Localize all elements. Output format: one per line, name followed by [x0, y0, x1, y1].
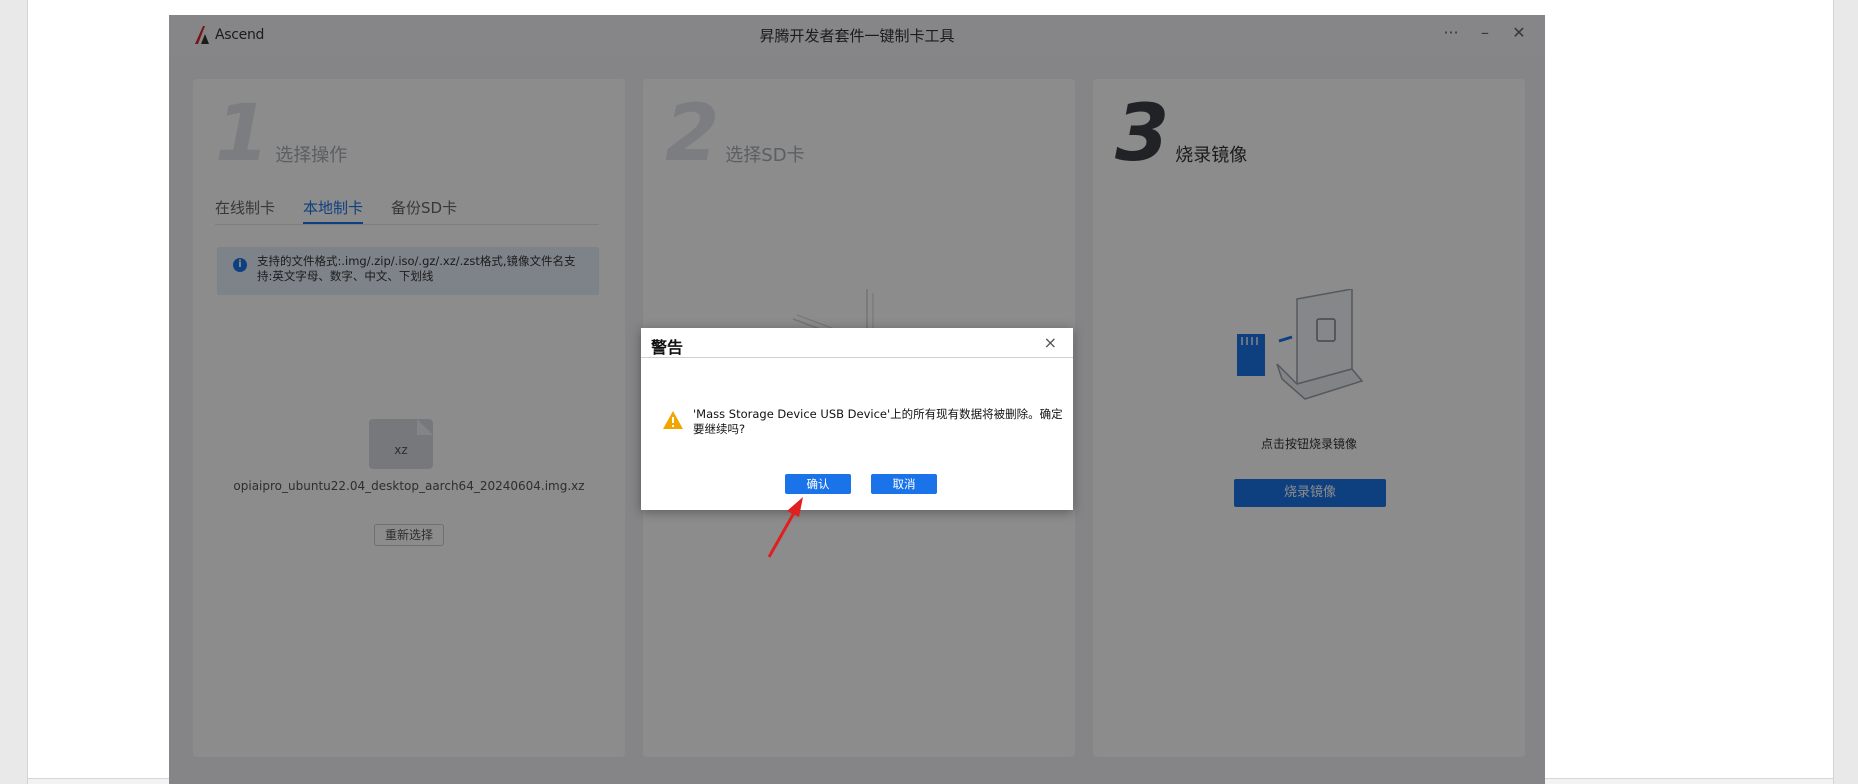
confirm-button[interactable]: 确认	[785, 474, 851, 494]
red-arrow-annotation	[767, 497, 803, 558]
dialog-title: 警告	[651, 338, 684, 357]
page-margin-left	[0, 0, 28, 784]
dialog-header: 警告 ×	[641, 328, 1073, 358]
warning-icon	[663, 411, 683, 429]
warning-dialog: 警告 × 'Mass Storage Device USB Device'上的所…	[641, 328, 1073, 510]
dialog-close-icon[interactable]: ×	[1044, 333, 1057, 352]
cancel-button[interactable]: 取消	[871, 474, 937, 494]
page-margin-right	[1833, 0, 1858, 784]
dialog-message: 'Mass Storage Device USB Device'上的所有现有数据…	[693, 407, 1063, 436]
